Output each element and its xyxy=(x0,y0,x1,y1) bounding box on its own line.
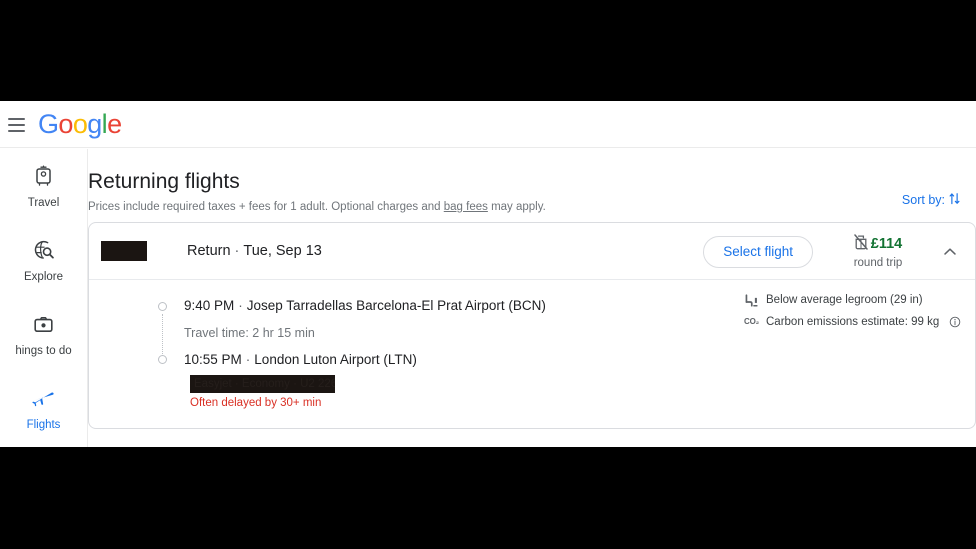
chevron-up-icon[interactable] xyxy=(937,239,963,265)
flight-card-actions: Select flight £114 round trip xyxy=(703,223,963,280)
flight-price: £114 xyxy=(870,235,903,252)
airplane-icon xyxy=(32,385,55,411)
legroom-icon xyxy=(744,293,759,308)
sidebar-item-label: Flights xyxy=(26,419,61,431)
flight-card-header[interactable]: Return · Tue, Sep 13 Select flight £114 … xyxy=(89,223,975,280)
sort-arrows-icon xyxy=(947,191,962,209)
bag-fees-link[interactable]: bag fees xyxy=(444,201,488,213)
page-title: Returning flights xyxy=(88,170,240,193)
sidebar-item-travel[interactable]: Travel xyxy=(0,163,87,225)
sidebar-item-flights[interactable]: Flights xyxy=(0,385,87,447)
browser-viewport: Google Travel Explore hings to do Flight… xyxy=(0,101,976,447)
logo-letter-g: G xyxy=(38,109,59,139)
price-row: £114 xyxy=(841,233,915,255)
redacted-airline-logo xyxy=(101,241,147,261)
globe-search-icon xyxy=(33,237,55,263)
arrival-row: 10:55 PM · London Luton Airport (LTN) xyxy=(184,351,744,369)
hamburger-menu-icon[interactable] xyxy=(4,113,28,137)
page-header: Returning flights Prices include require… xyxy=(88,149,976,215)
sidebar-item-explore[interactable]: Explore xyxy=(0,237,87,299)
logo-letter-o1: o xyxy=(58,109,73,139)
leg-separator: · xyxy=(245,352,251,367)
amenity-legroom: Below average legroom (29 in) xyxy=(744,291,975,309)
hamburger-line xyxy=(7,130,25,132)
page-subtitle-text-after: may apply. xyxy=(487,201,546,213)
sidebar-item-label: hings to do xyxy=(15,345,72,357)
sidebar-item-things-to-do[interactable]: hings to do xyxy=(0,311,87,373)
itinerary-legs: 9:40 PM · Josep Tarradellas Barcelona-El P… xyxy=(184,297,744,369)
page-subtitle: Prices include required taxes + fees for… xyxy=(88,200,952,215)
flight-direction-label: Return xyxy=(187,243,231,259)
title-separator: · xyxy=(234,243,240,259)
left-navigation-rail: Travel Explore hings to do Flights xyxy=(0,149,88,447)
arrival-time: 10:55 PM xyxy=(184,352,242,367)
price-caption: round trip xyxy=(853,256,903,269)
timeline-connector xyxy=(162,314,163,356)
leg-separator: · xyxy=(238,298,243,313)
select-flight-button[interactable]: Select flight xyxy=(703,235,813,268)
flight-card-details: 9:40 PM · Josep Tarradellas Barcelona-El P… xyxy=(89,280,975,428)
screenshot-root: Google Travel Explore hings to do Flight… xyxy=(0,0,976,549)
delay-warning: Often delayed by 30+ min xyxy=(190,397,322,409)
sidebar-item-label: Travel xyxy=(27,197,60,209)
flight-card-title: Return · Tue, Sep 13 xyxy=(187,243,322,259)
sort-by-button[interactable]: Sort by: xyxy=(902,191,962,209)
arrival-airport: London Luton Airport (LTN) xyxy=(254,352,417,367)
google-logo[interactable]: Google xyxy=(38,109,122,139)
sort-by-label: Sort by: xyxy=(901,193,945,207)
logo-letter-e: e xyxy=(107,109,122,139)
flight-result-card[interactable]: Return · Tue, Sep 13 Select flight £114 … xyxy=(88,222,976,429)
main-content: Returning flights Prices include require… xyxy=(88,149,976,447)
price-block: £114 round trip xyxy=(841,233,915,270)
redacted-flight-details-text: Easyjet · Economy · U2 2268 xyxy=(194,378,335,390)
co2-icon: CO₂ xyxy=(744,317,759,326)
departure-time: 9:40 PM xyxy=(184,298,235,313)
luggage-icon xyxy=(34,163,53,189)
travel-time: Travel time: 2 hr 15 min xyxy=(184,326,315,340)
itinerary-timeline xyxy=(158,302,172,364)
camera-icon xyxy=(33,311,54,337)
hamburger-line xyxy=(7,118,25,120)
amenity-label: Below average legroom (29 in) xyxy=(766,294,923,306)
timeline-arrival-dot xyxy=(158,355,167,364)
no-carry-on-bag-icon xyxy=(854,233,868,255)
departure-row: 9:40 PM · Josep Tarradellas Barcelona-El P… xyxy=(184,297,744,315)
amenities-list: Below average legroom (29 in) CO₂ Carbon… xyxy=(744,291,975,335)
sidebar-item-label: Explore xyxy=(24,271,63,283)
redacted-flight-details: Easyjet · Economy · U2 2268 xyxy=(190,375,335,393)
google-app-bar: Google xyxy=(0,101,976,148)
hamburger-line xyxy=(7,124,25,126)
flight-date-label: Tue, Sep 13 xyxy=(243,243,322,259)
timeline-departure-dot xyxy=(158,302,167,311)
logo-letter-o2: o xyxy=(72,109,88,139)
departure-airport: Josep Tarradellas Barcelona-El Prat Airp… xyxy=(246,298,546,313)
info-circle-icon[interactable] xyxy=(949,316,961,328)
amenity-carbon-emissions: CO₂ Carbon emissions estimate: 99 kg xyxy=(744,313,975,331)
logo-letter-g2: g xyxy=(87,109,102,139)
page-subtitle-text-before: Prices include required taxes + fees for… xyxy=(88,201,444,213)
amenity-label: Carbon emissions estimate: 99 kg xyxy=(766,316,940,328)
